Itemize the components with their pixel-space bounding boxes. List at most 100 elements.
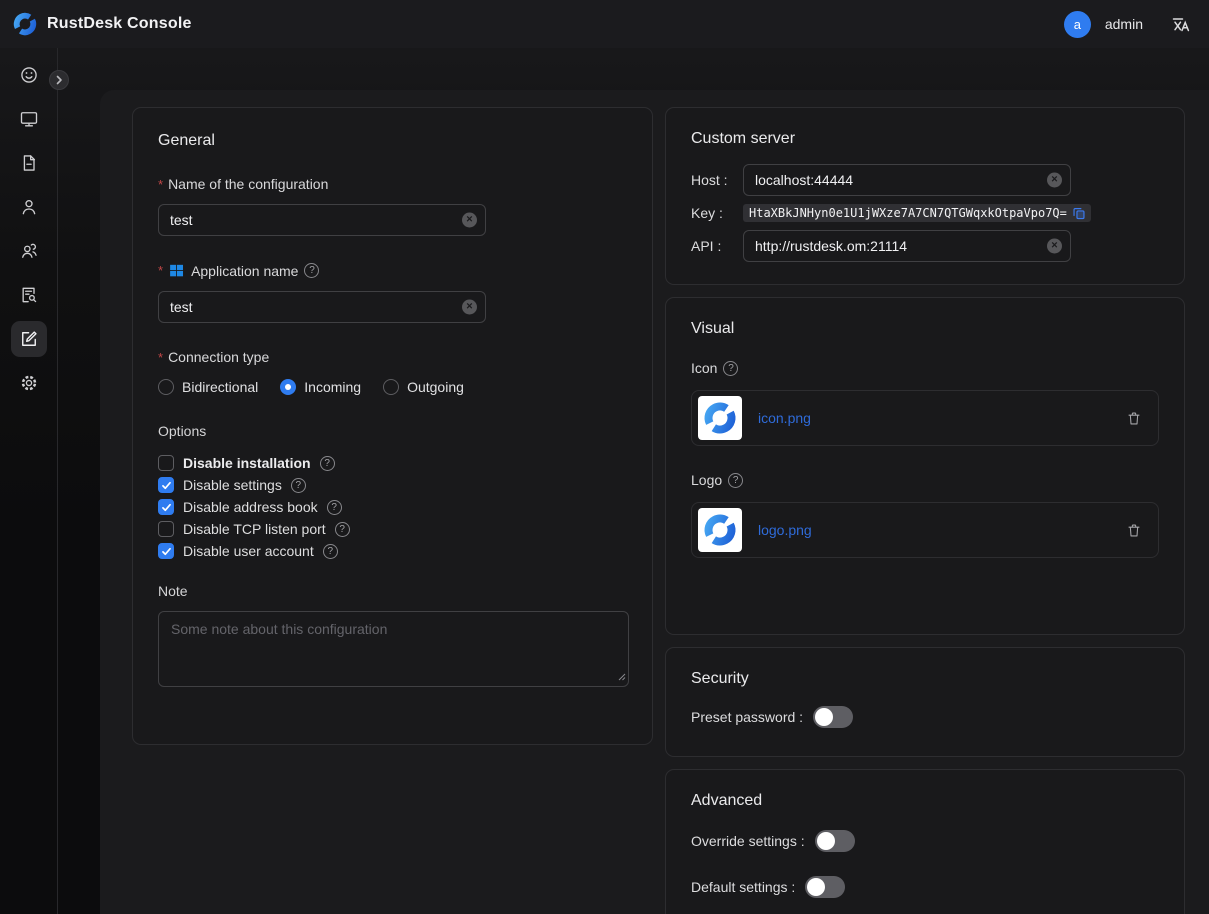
clear-icon[interactable]: × (1047, 173, 1062, 188)
smiley-icon (19, 65, 39, 85)
app-name-input[interactable] (158, 291, 486, 323)
help-icon[interactable]: ? (291, 478, 306, 493)
trash-icon[interactable] (1126, 522, 1142, 539)
options-group: Disable installation ? Disable settings … (158, 455, 627, 559)
logo-file-link[interactable]: logo.png (758, 522, 812, 538)
user-icon (19, 197, 39, 217)
top-bar: RustDesk Console a admin (0, 0, 1209, 48)
host-label: Host : (691, 172, 743, 188)
sidebar-item-logs[interactable] (11, 145, 47, 181)
required-marker: * (158, 350, 163, 365)
checkbox-disable-address-book[interactable]: Disable address book ? (158, 499, 627, 515)
app-name-field: × (158, 291, 486, 323)
body: General * Name of the configuration × * (0, 48, 1209, 914)
sidebar-item-audit[interactable] (11, 277, 47, 313)
brand[interactable]: RustDesk Console (12, 11, 192, 37)
options-label: Options (158, 423, 627, 439)
checkbox-disable-tcp-listen-port[interactable]: Disable TCP listen port ? (158, 521, 627, 537)
preset-password-row: Preset password : (691, 706, 1159, 728)
sidebar-item-devices[interactable] (11, 101, 47, 137)
advanced-title: Advanced (691, 792, 1159, 810)
security-title: Security (691, 670, 1159, 688)
translate-icon[interactable] (1171, 14, 1191, 34)
sidebar (0, 48, 58, 914)
copy-icon[interactable] (1072, 206, 1086, 220)
preset-password-toggle[interactable] (813, 706, 853, 728)
host-input[interactable] (743, 164, 1071, 196)
clear-icon[interactable]: × (462, 300, 477, 315)
checkbox-disable-installation[interactable]: Disable installation ? (158, 455, 627, 471)
radio-circle[interactable] (383, 379, 399, 395)
help-icon[interactable]: ? (335, 522, 350, 537)
override-settings-label: Override settings : (691, 833, 805, 849)
help-icon[interactable]: ? (323, 544, 338, 559)
sidebar-item-users[interactable] (11, 189, 47, 225)
radio-circle[interactable] (158, 379, 174, 395)
icon-file-link[interactable]: icon.png (758, 410, 811, 426)
config-name-label: * Name of the configuration (158, 176, 627, 192)
checkbox-box[interactable] (158, 521, 174, 537)
radio-incoming[interactable]: Incoming (280, 379, 361, 395)
visual-card: Visual Icon ? (665, 297, 1185, 635)
checkbox-box[interactable] (158, 455, 174, 471)
avatar[interactable]: a (1064, 11, 1091, 38)
general-card: General * Name of the configuration × * (132, 107, 653, 745)
radio-circle[interactable] (280, 379, 296, 395)
advanced-card: Advanced Override settings : Default set… (665, 769, 1185, 914)
checkbox-disable-settings[interactable]: Disable settings ? (158, 477, 627, 493)
host-field: × (743, 164, 1071, 196)
security-card: Security Preset password : (665, 647, 1185, 757)
sidebar-item-dashboard[interactable] (11, 57, 47, 93)
help-icon[interactable]: ? (327, 500, 342, 515)
config-name-input[interactable] (158, 204, 486, 236)
checkbox-disable-user-account[interactable]: Disable user account ? (158, 543, 627, 559)
help-icon[interactable]: ? (728, 473, 743, 488)
main-area: General * Name of the configuration × * (58, 48, 1209, 914)
radio-bidirectional[interactable]: Bidirectional (158, 379, 258, 395)
help-icon[interactable]: ? (320, 456, 335, 471)
api-label: API : (691, 238, 743, 254)
users-group-icon (19, 241, 39, 261)
app-title: RustDesk Console (47, 15, 192, 33)
checkbox-box[interactable] (158, 543, 174, 559)
required-marker: * (158, 177, 163, 192)
windows-icon (168, 262, 185, 279)
help-icon[interactable]: ? (304, 263, 319, 278)
connection-type-label: * Connection type (158, 349, 627, 365)
sidebar-collapse-button[interactable] (49, 70, 69, 90)
default-settings-toggle[interactable] (805, 876, 845, 898)
logo-label-row: Logo ? (691, 472, 1159, 488)
key-value: HtaXBkJNHyn0e1U1jWXze7A7CN7QTGWqxkOtpaVp… (743, 204, 1091, 222)
key-label: Key : (691, 205, 743, 221)
host-row: Host : × (691, 164, 1159, 196)
default-settings-label: Default settings : (691, 879, 795, 895)
preset-password-label: Preset password : (691, 709, 803, 725)
logo-upload-row: logo.png (691, 502, 1159, 558)
api-input[interactable] (743, 230, 1071, 262)
note-textarea[interactable] (158, 611, 629, 687)
note-label: Note (158, 583, 627, 599)
monitor-icon (19, 109, 39, 129)
header-right: a admin (1064, 11, 1191, 38)
edit-icon (19, 329, 39, 349)
clear-icon[interactable]: × (1047, 239, 1062, 254)
trash-icon[interactable] (1126, 410, 1142, 427)
visual-title: Visual (691, 320, 1159, 338)
content-wrapper: General * Name of the configuration × * (100, 90, 1209, 914)
radio-outgoing[interactable]: Outgoing (383, 379, 464, 395)
help-icon[interactable]: ? (723, 361, 738, 376)
sidebar-item-groups[interactable] (11, 233, 47, 269)
required-marker: * (158, 263, 163, 278)
user-name[interactable]: admin (1105, 16, 1143, 32)
checkbox-box[interactable] (158, 499, 174, 515)
connection-type-group: Bidirectional Incoming Outgoing (158, 379, 627, 395)
override-settings-toggle[interactable] (815, 830, 855, 852)
general-title: General (158, 132, 627, 150)
gear-icon (19, 373, 39, 393)
sidebar-item-settings[interactable] (11, 365, 47, 401)
key-row: Key : HtaXBkJNHyn0e1U1jWXze7A7CN7QTGWqxk… (691, 204, 1159, 222)
chevron-right-icon (54, 75, 64, 85)
checkbox-box[interactable] (158, 477, 174, 493)
sidebar-item-configurations[interactable] (11, 321, 47, 357)
clear-icon[interactable]: × (462, 213, 477, 228)
